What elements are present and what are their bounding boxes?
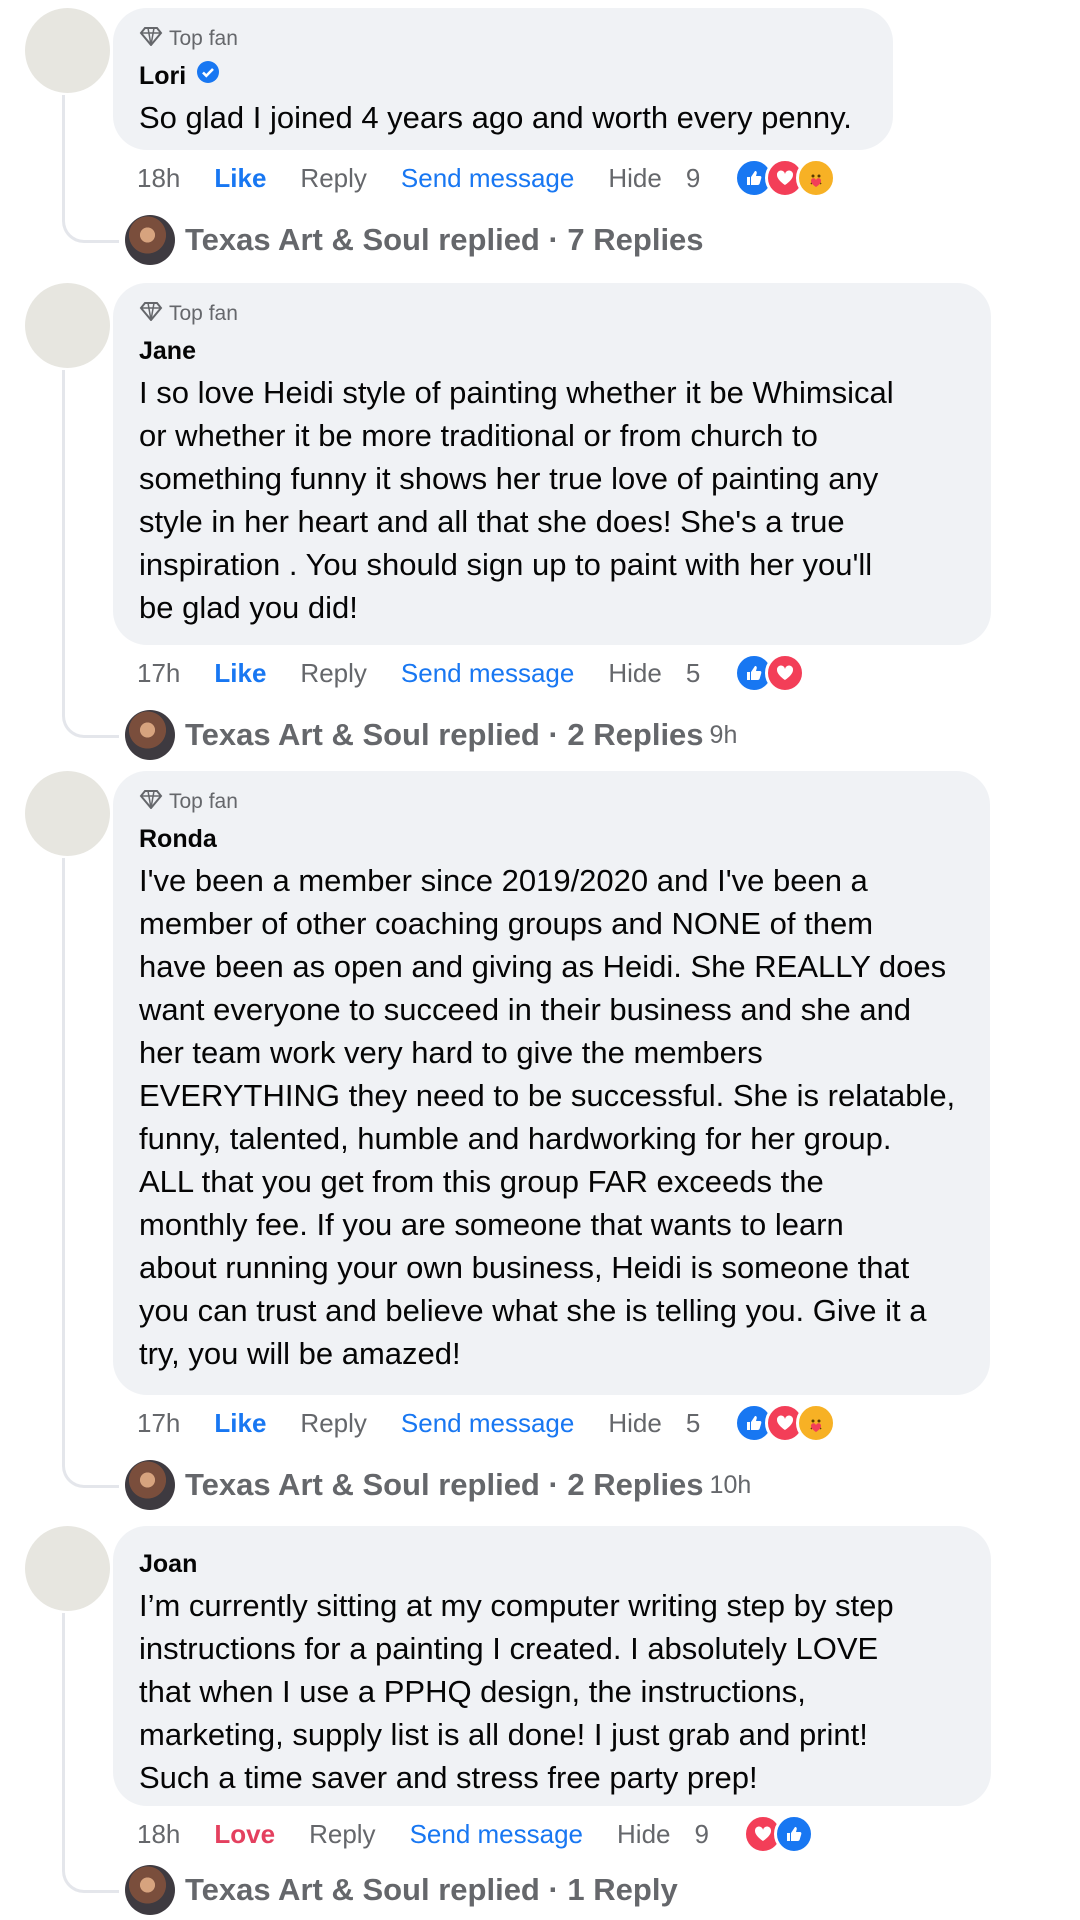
- reaction-count: 9: [694, 1818, 709, 1849]
- comment-author[interactable]: Lori: [139, 60, 867, 92]
- diamond-icon: [139, 26, 163, 52]
- view-replies-link[interactable]: Texas Art & Soul replied · 2 Replies 10h: [125, 1459, 751, 1511]
- comment-actions: 18h Like Reply Send message Hide 9: [137, 158, 837, 198]
- care-icon: [796, 1403, 837, 1443]
- send-message-button[interactable]: Send message: [401, 163, 574, 194]
- comment-bubble: Top fan Ronda I've been a member since 2…: [113, 771, 990, 1395]
- hide-button[interactable]: Hide: [608, 658, 661, 689]
- replied-time: 10h: [709, 1470, 752, 1499]
- avatar[interactable]: [25, 283, 110, 368]
- reply-button[interactable]: Reply: [300, 163, 366, 194]
- replied-time: 9h: [709, 720, 738, 749]
- comment-text: So glad I joined 4 years ago and worth e…: [139, 100, 852, 135]
- comment-text: I so love Heidi style of painting whethe…: [139, 375, 894, 625]
- view-replies-link[interactable]: Texas Art & Soul replied · 1 Reply: [125, 1864, 684, 1916]
- comment-bubble: Top fan Lori So glad I joined 4 years ag…: [113, 8, 893, 150]
- comment-bubble: Top fan Jane I so love Heidi style of pa…: [113, 283, 991, 645]
- reaction-summary[interactable]: 9: [685, 158, 837, 198]
- top-fan-label: Top fan: [169, 790, 238, 813]
- reaction-summary[interactable]: 5: [685, 1403, 837, 1443]
- like-button[interactable]: Like: [214, 163, 266, 194]
- hide-button[interactable]: Hide: [617, 1819, 670, 1850]
- thread-connector: [62, 370, 119, 738]
- page-avatar: [125, 1865, 175, 1915]
- hide-button[interactable]: Hide: [608, 1408, 661, 1439]
- comment-author[interactable]: Joan: [139, 1548, 965, 1580]
- hide-button[interactable]: Hide: [608, 163, 661, 194]
- replied-label[interactable]: Texas Art & Soul replied · 2 Replies: [185, 717, 704, 753]
- author-name[interactable]: Joan: [139, 1548, 197, 1580]
- like-button[interactable]: Like: [214, 1408, 266, 1439]
- timestamp[interactable]: 18h: [137, 163, 180, 194]
- author-name[interactable]: Jane: [139, 335, 196, 367]
- comment-actions: 17h Like Reply Send message Hide 5: [137, 653, 806, 693]
- reaction-count: 9: [685, 162, 701, 193]
- comment-actions: 17h Like Reply Send message Hide 5: [137, 1403, 837, 1443]
- reaction-count: 5: [685, 657, 701, 688]
- send-message-button[interactable]: Send message: [401, 658, 574, 689]
- timestamp[interactable]: 18h: [137, 1819, 180, 1850]
- send-message-button[interactable]: Send message: [410, 1819, 583, 1850]
- top-fan-badge: Top fan: [139, 299, 965, 329]
- care-icon: [796, 158, 837, 198]
- comment-text: I've been a member since 2019/2020 and I…: [139, 863, 956, 1371]
- reply-button[interactable]: Reply: [309, 1819, 375, 1850]
- comment-bubble: Joan I’m currently sitting at my compute…: [113, 1526, 991, 1806]
- timestamp[interactable]: 17h: [137, 1408, 180, 1439]
- avatar[interactable]: [25, 8, 110, 93]
- avatar[interactable]: [25, 1526, 110, 1611]
- reply-button[interactable]: Reply: [300, 658, 366, 689]
- replied-label[interactable]: Texas Art & Soul replied · 7 Replies: [185, 222, 704, 258]
- replied-label[interactable]: Texas Art & Soul replied · 2 Replies: [185, 1467, 704, 1503]
- comment-text: I’m currently sitting at my computer wri…: [139, 1588, 894, 1795]
- timestamp[interactable]: 17h: [137, 658, 180, 689]
- comment-actions: 18h Love Reply Send message Hide 9: [137, 1814, 814, 1854]
- reaction-summary[interactable]: 9: [695, 1814, 814, 1854]
- page-avatar: [125, 215, 175, 265]
- reply-button[interactable]: Reply: [300, 1408, 366, 1439]
- like-button[interactable]: Like: [214, 658, 266, 689]
- thread-connector: [62, 858, 119, 1488]
- view-replies-link[interactable]: Texas Art & Soul replied · 7 Replies: [125, 214, 710, 266]
- verified-badge-icon: [196, 60, 220, 92]
- top-fan-label: Top fan: [169, 27, 238, 50]
- thread-connector: [62, 95, 119, 243]
- like-icon: [773, 1814, 814, 1854]
- love-icon: [765, 653, 806, 693]
- top-fan-badge: Top fan: [139, 24, 867, 54]
- view-replies-link[interactable]: Texas Art & Soul replied · 2 Replies 9h: [125, 709, 737, 761]
- diamond-icon: [139, 789, 163, 815]
- page-avatar: [125, 710, 175, 760]
- top-fan-badge: Top fan: [139, 787, 964, 817]
- love-button[interactable]: Love: [214, 1819, 275, 1850]
- comment-author[interactable]: Ronda: [139, 823, 964, 855]
- page-avatar: [125, 1460, 175, 1510]
- author-name[interactable]: Ronda: [139, 823, 217, 855]
- reaction-count: 5: [685, 1407, 701, 1438]
- thread-connector: [62, 1613, 119, 1893]
- top-fan-label: Top fan: [169, 302, 238, 325]
- reaction-summary[interactable]: 5: [685, 653, 806, 693]
- avatar[interactable]: [25, 771, 110, 856]
- diamond-icon: [139, 301, 163, 327]
- comment-author[interactable]: Jane: [139, 335, 965, 367]
- replied-label[interactable]: Texas Art & Soul replied · 1 Reply: [185, 1872, 678, 1908]
- author-name[interactable]: Lori: [139, 60, 186, 92]
- send-message-button[interactable]: Send message: [401, 1408, 574, 1439]
